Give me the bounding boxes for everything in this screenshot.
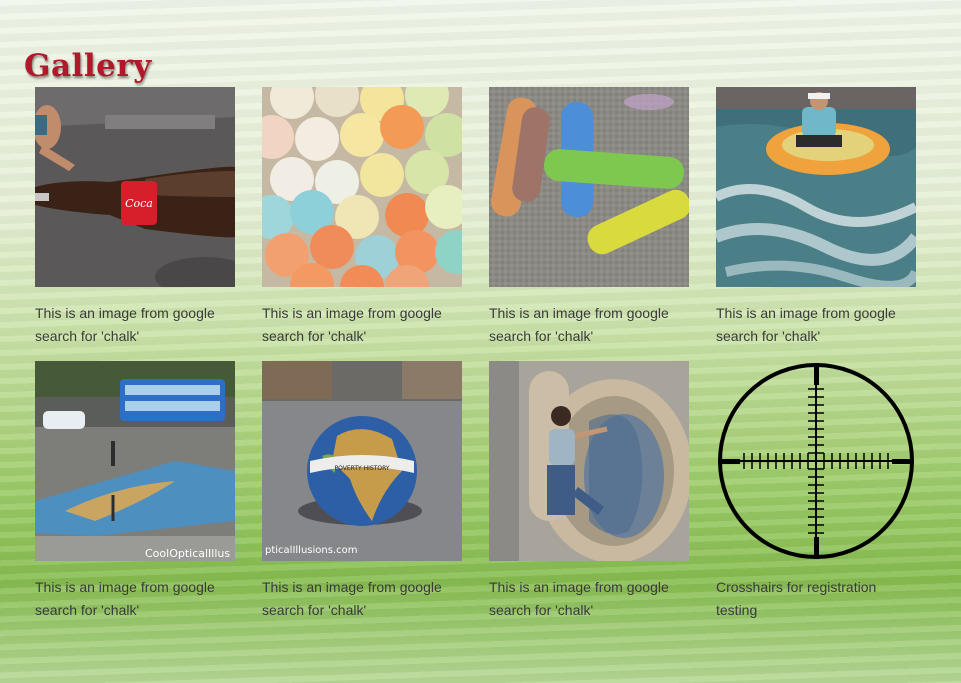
caption-line: This is an image from google [35, 579, 215, 595]
caption: This is an image from google search for … [35, 576, 235, 622]
caption-line: This is an image from google [489, 305, 669, 321]
page-title: Gallery [24, 48, 152, 84]
caption-line: Crosshairs for registration [716, 579, 877, 595]
caption: This is an image from google search for … [489, 302, 689, 348]
svg-text:Coca: Coca [125, 197, 153, 210]
caption-line: search for 'chalk' [716, 328, 821, 344]
crosshairs-image[interactable] [716, 361, 916, 561]
gallery-item[interactable]: POVERTY HISTORY pticalIllusions.com This… [262, 361, 462, 635]
caption-line: This is an image from google [35, 305, 215, 321]
svg-text:POVERTY HISTORY: POVERTY HISTORY [334, 465, 389, 472]
caption-line: search for 'chalk' [489, 602, 594, 618]
gallery-image-rafting-chalk-art[interactable] [716, 87, 916, 287]
caption-line: search for 'chalk' [35, 602, 140, 618]
caption-line: This is an image from google [489, 579, 669, 595]
gallery-image-vault-door-chalk-art[interactable] [489, 361, 689, 561]
caption-line: This is an image from google [716, 305, 896, 321]
gallery-item[interactable]: This is an image from google search for … [716, 87, 916, 361]
caption: This is an image from google search for … [35, 302, 235, 348]
gallery-item[interactable]: This is an image from google search for … [489, 361, 689, 635]
caption-line: search for 'chalk' [489, 328, 594, 344]
gallery-image-colored-chalk-sticks[interactable] [262, 87, 462, 287]
caption-line: testing [716, 602, 758, 618]
gallery-image-street-chalk-art[interactable]: CoolOpticalIllus [35, 361, 235, 561]
caption: This is an image from google search for … [262, 302, 462, 348]
gallery-item[interactable]: This is an image from google search for … [489, 87, 689, 361]
caption: This is an image from google search for … [489, 576, 689, 622]
caption-line: search for 'chalk' [262, 602, 367, 618]
gallery-image-globe-chalk-art[interactable]: POVERTY HISTORY pticalIllusions.com [262, 361, 462, 561]
caption-line: search for 'chalk' [35, 328, 140, 344]
gallery-item[interactable]: This is an image from google search for … [262, 87, 462, 361]
gallery-grid: Coca This is an image from google search… [35, 87, 916, 635]
caption-line: search for 'chalk' [262, 328, 367, 344]
svg-text:pticalIllusions.com: pticalIllusions.com [265, 545, 358, 556]
gallery-item[interactable]: Coca This is an image from google search… [35, 87, 235, 361]
caption-line: This is an image from google [262, 579, 442, 595]
caption: Crosshairs for registration testing [716, 576, 916, 622]
svg-text:CoolOpticalIllus: CoolOpticalIllus [145, 547, 230, 560]
caption-line: This is an image from google [262, 305, 442, 321]
gallery-item[interactable]: CoolOpticalIllus This is an image from g… [35, 361, 235, 635]
caption: This is an image from google search for … [262, 576, 462, 622]
gallery-image-coca-cola-bottle[interactable]: Coca [35, 87, 235, 287]
caption: This is an image from google search for … [716, 302, 916, 348]
gallery-image-chalk-on-pavement[interactable] [489, 87, 689, 287]
gallery-item[interactable]: Crosshairs for registration testing [716, 361, 916, 635]
